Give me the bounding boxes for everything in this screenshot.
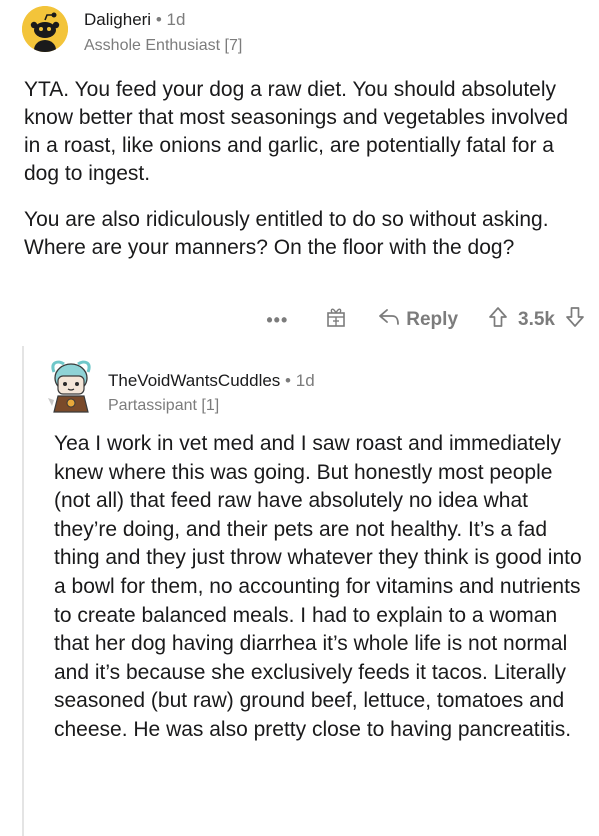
award-gift-icon[interactable] [326,306,346,334]
vote-score: 3.5k [518,309,555,330]
comment-header: TheVoidWantsCuddles • 1d [108,371,315,391]
more-options-button[interactable]: ••• [266,310,288,331]
username[interactable]: Daligheri [84,10,151,29]
reply-arrow-icon [378,308,400,332]
reply-button[interactable]: Reply [378,308,458,332]
meta-separator: • [285,371,291,390]
upvote-arrow-icon[interactable] [488,306,508,334]
downvote-arrow-icon[interactable] [565,306,585,334]
meta-separator: • [155,10,162,29]
comment-age: 1d [295,371,315,390]
comment-header: Daligheri • 1d [84,10,185,30]
reply-label: Reply [406,309,459,330]
comment-paragraph: YTA. You feed your dog a raw diet. You s… [24,78,569,185]
comment-actions: ••• Reply 3.5k [266,304,585,336]
thread-line[interactable] [22,346,24,836]
comment-age: 1d [166,10,186,29]
snoo-avatar-icon[interactable] [22,6,68,52]
user-flair: Asshole Enthusiast [7] [84,37,243,54]
comment-body: Yea I work in vet med and I saw roast an… [54,432,582,741]
user-avatar-icon[interactable] [44,358,98,416]
comment-body: YTA. You feed your dog a raw diet. You s… [24,76,576,280]
comment-paragraph: You are also ridiculously entitled to do… [24,208,549,259]
username[interactable]: TheVoidWantsCuddles [108,371,280,390]
user-flair: Partassipant [1] [108,397,220,414]
vote-controls: 3.5k [488,306,585,334]
